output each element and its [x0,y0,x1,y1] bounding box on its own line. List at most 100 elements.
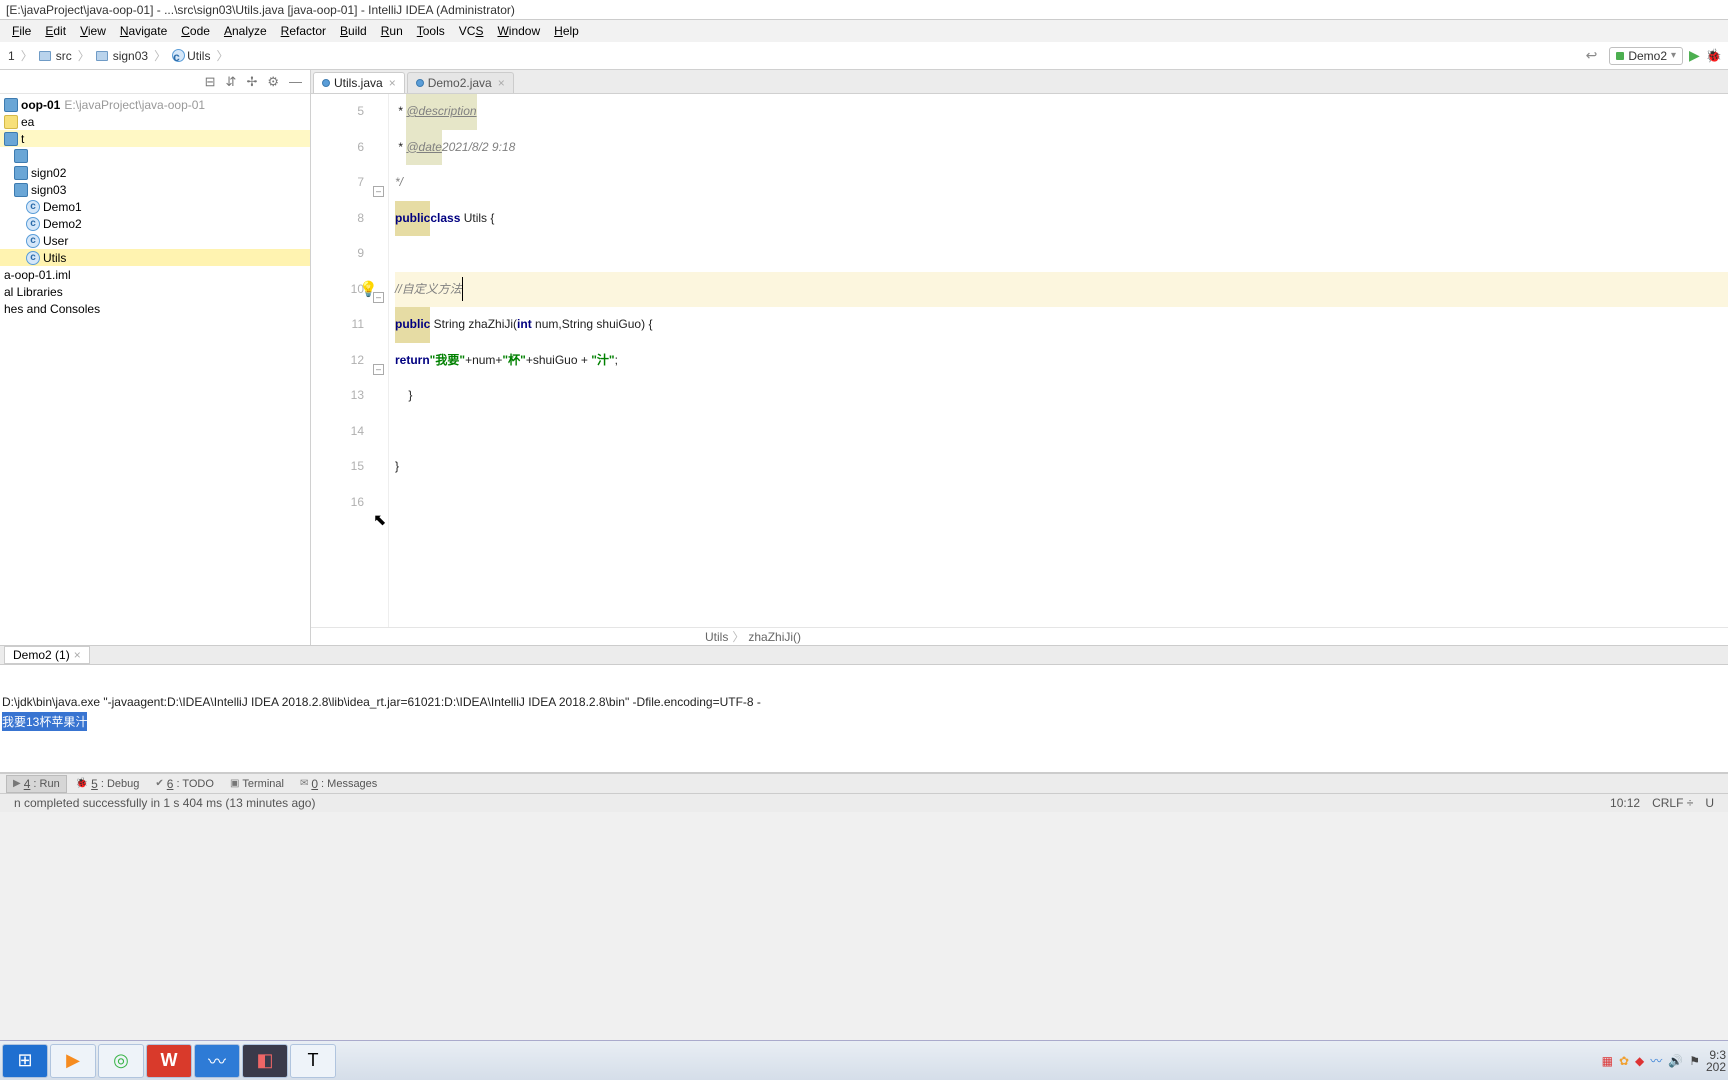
tool-window-button[interactable]: ▣Terminal [223,776,291,792]
tree-item[interactable]: sign03 [0,181,310,198]
code-line[interactable]: public String zhaZhiJi(int num,String sh… [395,307,1728,343]
collapse-all-icon[interactable]: ⊟ [205,74,216,90]
code-line[interactable]: 💡//自定义方法 [395,272,1728,308]
tree-item[interactable]: cUser [0,232,310,249]
menu-item[interactable]: Window [491,22,546,40]
tray-icon[interactable]: ✿ [1619,1054,1629,1068]
close-icon[interactable]: × [498,76,505,90]
breadcrumb-item[interactable]: src [37,49,74,63]
editor-tab[interactable]: Demo2.java× [407,72,514,93]
editor-tab[interactable]: Utils.java× [313,72,405,93]
run-tool-tabs: Demo2 (1)× [0,645,1728,665]
editor-breadcrumb: Utils 〉 zhaZhiJi() [311,627,1728,645]
tree-item[interactable]: sign02 [0,164,310,181]
code-line[interactable]: return "我要"+num+"杯"+shuiGuo + "汁"; [395,343,1728,379]
bottom-tool-bar: ▶4: Run🐞5: Debug✔6: TODO▣Terminal✉0: Mes… [0,773,1728,793]
run-console[interactable]: D:\jdk\bin\java.exe "-javaagent:D:\IDEA\… [0,665,1728,773]
taskbar-app[interactable]: ▶ [50,1044,96,1078]
tree-item[interactable]: cDemo1 [0,198,310,215]
menu-bar: FileEditViewNavigateCodeAnalyzeRefactorB… [0,20,1728,42]
tree-item[interactable]: t [0,130,310,147]
title-bar: [E:\javaProject\java-oop-01] - ...\src\s… [0,0,1728,20]
code-editor[interactable]: – – – 5678910111213141516 * @description… [311,94,1728,627]
tool-window-button[interactable]: 🐞5: Debug [69,775,147,793]
breadcrumb-item[interactable]: 1 [6,49,17,63]
code-line[interactable] [395,414,1728,450]
nav-bar: 1〉 src〉 sign03〉 cUtils〉 ↩ Demo2 ▶ 🐞 [0,42,1728,70]
line-separator[interactable]: CRLF ÷ [1652,796,1693,810]
system-tray[interactable]: ▦ ✿ ◆ 〰 🔊 ⚑ 9:3202 [1602,1049,1726,1073]
breadcrumb-item[interactable]: cUtils [170,49,212,63]
menu-item[interactable]: Code [175,22,216,40]
code-line[interactable] [395,485,1728,521]
tree-item[interactable] [0,147,310,164]
debug-button[interactable]: 🐞 [1706,48,1722,64]
close-icon[interactable]: × [389,76,396,90]
taskbar-app[interactable]: W [146,1044,192,1078]
tray-icon[interactable]: ◆ [1635,1054,1644,1068]
run-tab[interactable]: Demo2 (1)× [4,646,90,664]
console-command: D:\jdk\bin\java.exe "-javaagent:D:\IDEA\… [2,695,761,709]
code-line[interactable] [395,236,1728,272]
menu-item[interactable]: View [74,22,112,40]
code-line[interactable]: public class Utils { [395,201,1728,237]
menu-item[interactable]: File [6,22,37,40]
hide-icon[interactable]: — [289,74,302,89]
tray-icon[interactable]: 〰 [1650,1052,1662,1069]
tree-item[interactable]: cUtils [0,249,310,266]
tray-icon[interactable]: 🔊 [1668,1054,1683,1068]
project-tool-window: ⊟ ⇵ ✢ ⚙ — oop-01 E:\javaProject\java-oop… [0,70,311,645]
nav-back-icon[interactable]: ↩ [1586,47,1598,64]
code-line[interactable]: } [395,378,1728,414]
tray-icon[interactable]: ▦ [1602,1054,1613,1068]
gear-icon[interactable]: ✢ [246,74,257,90]
run-button[interactable]: ▶ [1685,47,1704,64]
tree-item[interactable]: al Libraries [0,283,310,300]
menu-item[interactable]: Help [548,22,585,40]
taskbar-app[interactable]: T [290,1044,336,1078]
breadcrumb-item[interactable]: sign03 [94,49,150,63]
tool-window-button[interactable]: ✔6: TODO [148,775,221,793]
editor-tabs: Utils.java×Demo2.java× [311,70,1728,94]
code-line[interactable]: */ [395,165,1728,201]
menu-item[interactable]: Build [334,22,373,40]
taskbar-app[interactable]: ⊞ [2,1044,48,1078]
code-line[interactable]: } [395,449,1728,485]
tool-window-button[interactable]: ✉0: Messages [293,775,384,793]
file-icon [416,79,424,87]
tray-icon[interactable]: ⚑ [1689,1054,1700,1068]
menu-item[interactable]: Analyze [218,22,273,40]
menu-item[interactable]: VCS [453,22,490,40]
menu-item[interactable]: Refactor [275,22,332,40]
breadcrumb-class[interactable]: Utils [705,630,728,644]
status-bar: n completed successfully in 1 s 404 ms (… [0,793,1728,812]
gear-icon[interactable]: ⚙ [267,74,279,90]
code-line[interactable]: * @description [395,94,1728,130]
window-title: [E:\javaProject\java-oop-01] - ...\src\s… [6,3,515,17]
file-icon [322,79,330,87]
status-message: n completed successfully in 1 s 404 ms (… [14,796,315,810]
tree-item[interactable]: hes and Consoles [0,300,310,317]
encoding[interactable]: U [1705,796,1714,810]
menu-item[interactable]: Run [375,22,409,40]
project-root[interactable]: oop-01 E:\javaProject\java-oop-01 [0,96,310,113]
tree-item[interactable]: a-oop-01.iml [0,266,310,283]
project-settings-icon[interactable]: ⇵ [226,74,237,90]
menu-item[interactable]: Tools [411,22,451,40]
os-taskbar: ⊞ ▶ ◎ W 〰 ◧ T ▦ ✿ ◆ 〰 🔊 ⚑ 9:3202 [0,1040,1728,1080]
console-output: 我要13杯苹果汁 [2,712,87,731]
tray-clock[interactable]: 9:3202 [1706,1049,1726,1073]
menu-item[interactable]: Navigate [114,22,173,40]
code-line[interactable]: * @date 2021/8/2 9:18 [395,130,1728,166]
menu-item[interactable]: Edit [39,22,72,40]
taskbar-app[interactable]: 〰 [194,1044,240,1078]
taskbar-app[interactable]: ◎ [98,1044,144,1078]
run-config-selector[interactable]: Demo2 [1609,47,1683,65]
tree-item[interactable]: ea [0,113,310,130]
close-icon[interactable]: × [74,648,81,662]
tool-window-button[interactable]: ▶4: Run [6,775,67,793]
taskbar-app[interactable]: ◧ [242,1044,288,1078]
caret-position: 10:12 [1610,796,1640,810]
tree-item[interactable]: cDemo2 [0,215,310,232]
breadcrumb-method[interactable]: zhaZhiJi() [748,630,801,644]
